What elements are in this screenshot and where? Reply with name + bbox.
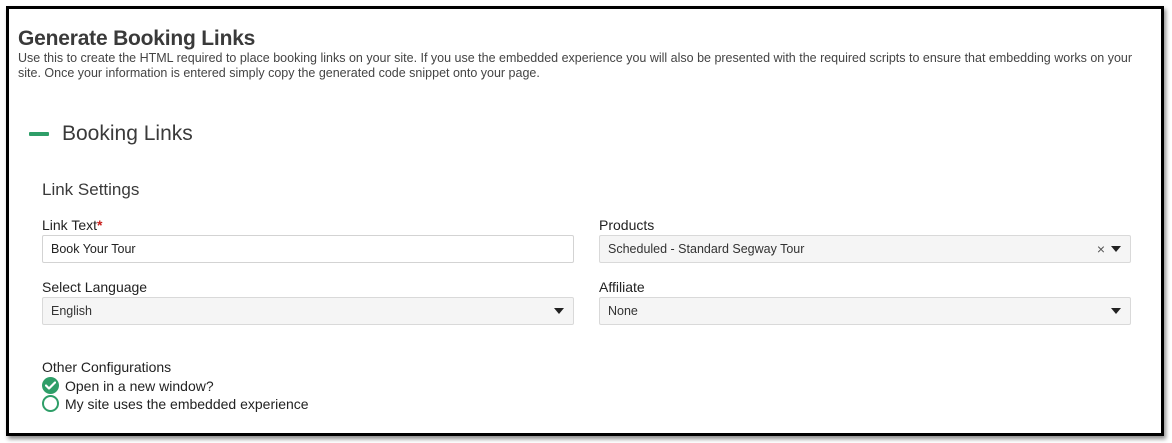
chevron-down-icon[interactable]: [554, 308, 564, 314]
affiliate-label: Affiliate: [599, 279, 645, 295]
embedded-experience-option[interactable]: My site uses the embedded experience: [42, 395, 309, 412]
affiliate-select[interactable]: None: [599, 297, 1131, 325]
link-text-label: Link Text*: [42, 217, 102, 233]
chevron-down-icon[interactable]: [1111, 308, 1121, 314]
section-title: Booking Links: [62, 122, 193, 145]
minus-icon[interactable]: [29, 132, 49, 136]
page-description: Use this to create the HTML required to …: [18, 51, 1133, 80]
affiliate-selected-value: None: [608, 304, 638, 318]
empty-circle-icon[interactable]: [42, 395, 59, 412]
booking-links-panel: Generate Booking Links Use this to creat…: [6, 6, 1164, 436]
link-text-label-text: Link Text: [42, 217, 97, 233]
language-select[interactable]: English: [42, 297, 574, 325]
link-settings-title: Link Settings: [42, 180, 140, 199]
page-title: Generate Booking Links: [18, 27, 256, 50]
chevron-down-icon[interactable]: [1111, 246, 1121, 252]
booking-links-section-header[interactable]: Booking Links: [29, 114, 193, 154]
clear-icon[interactable]: ×: [1097, 242, 1105, 256]
products-select[interactable]: Scheduled - Standard Segway Tour ×: [599, 235, 1131, 263]
language-label: Select Language: [42, 279, 148, 295]
embedded-experience-label: My site uses the embedded experience: [65, 395, 309, 412]
required-marker: *: [97, 217, 103, 233]
language-selected-value: English: [51, 304, 92, 318]
open-new-window-option[interactable]: Open in a new window?: [42, 377, 214, 394]
link-text-input[interactable]: [42, 235, 574, 263]
other-configurations-title: Other Configurations: [42, 359, 172, 375]
open-new-window-label: Open in a new window?: [65, 377, 214, 394]
products-label: Products: [599, 217, 655, 233]
products-selected-value: Scheduled - Standard Segway Tour: [608, 242, 805, 256]
check-circle-icon[interactable]: [42, 377, 59, 394]
